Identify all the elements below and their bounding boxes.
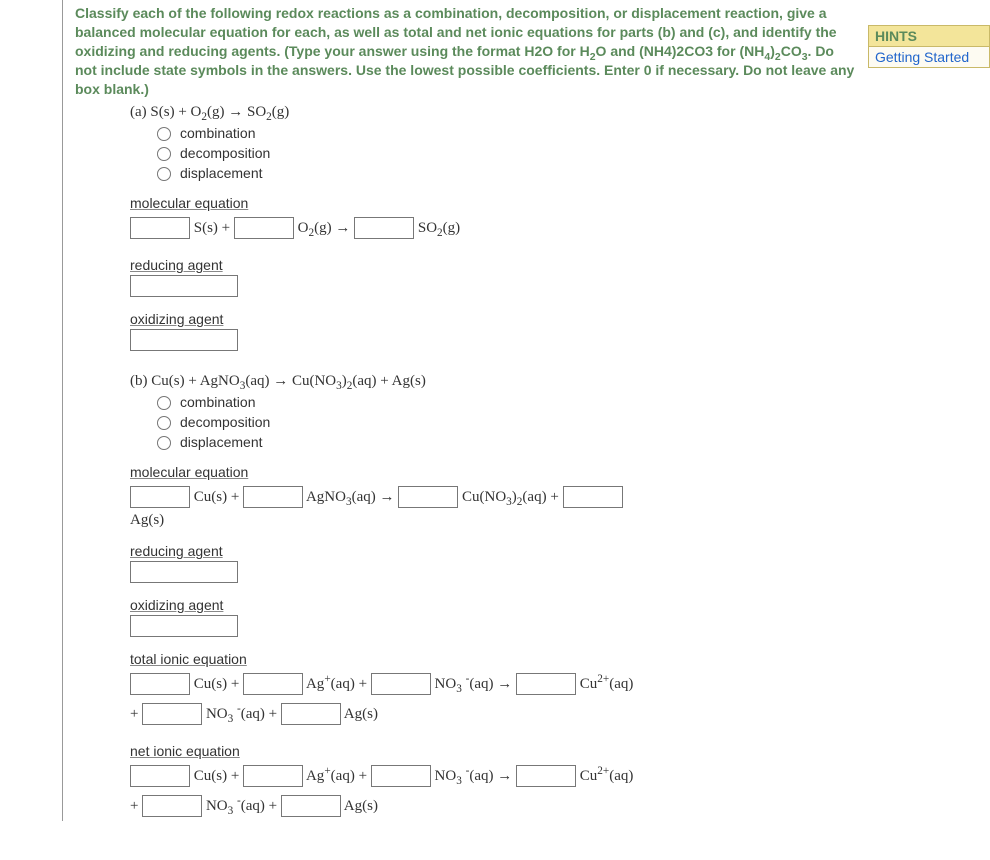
part-b-mol-coef-ag[interactable]: [563, 486, 623, 508]
part-a-radio-decomposition[interactable]: [157, 147, 171, 161]
part-b-molecular-eq-label: molecular equation: [130, 464, 855, 480]
part-b-total-ionic-label: total ionic equation: [130, 651, 855, 667]
part-a-equation: (a) S(s) + O2(g) → SO2(g): [130, 104, 855, 121]
part-a-reducing-agent-input[interactable]: [130, 275, 238, 297]
part-b-ti-coef-no3-l[interactable]: [371, 673, 431, 695]
part-b-ni-coef-no3-r[interactable]: [142, 795, 202, 817]
part-a-coef-o2[interactable]: [234, 217, 294, 239]
part-b-ni-coef-ag-ion[interactable]: [243, 765, 303, 787]
part-b-ni-coef-ag[interactable]: [281, 795, 341, 817]
part-a-oxidizing-agent-input[interactable]: [130, 329, 238, 351]
part-b-radio-combination-row: combination: [152, 393, 855, 410]
part-a-reducing-agent-label: reducing agent: [130, 257, 855, 273]
part-b-ti-coef-no3-r[interactable]: [142, 703, 202, 725]
part-a-radio-displacement-row: displacement: [152, 164, 855, 181]
radio-label-decomposition: decomposition: [180, 145, 270, 161]
part-a-oxidizing-agent-label: oxidizing agent: [130, 311, 855, 327]
part-b-mol-ag-tail: Ag(s): [130, 512, 855, 529]
part-b-mol-coef-cuno3[interactable]: [398, 486, 458, 508]
hints-title: HINTS: [868, 25, 990, 47]
part-b-radio-decomposition[interactable]: [157, 416, 171, 430]
instructions-text: Classify each of the following redox rea…: [75, 4, 855, 98]
part-a-radio-combination[interactable]: [157, 127, 171, 141]
part-b-ni-coef-cu[interactable]: [130, 765, 190, 787]
part-b-reducing-agent-input[interactable]: [130, 561, 238, 583]
part-b-radio-decomposition-row: decomposition: [152, 413, 855, 430]
radio-label-displacement: displacement: [180, 165, 263, 181]
part-b-net-ionic-line2: + NO3 -(aq) + Ag(s): [130, 791, 855, 821]
part-b-reducing-agent-label: reducing agent: [130, 543, 855, 559]
question-content: Classify each of the following redox rea…: [62, 0, 855, 821]
part-b-net-ionic-label: net ionic equation: [130, 743, 855, 759]
part-b-ti-coef-cu[interactable]: [130, 673, 190, 695]
radio-label-combination: combination: [180, 125, 256, 141]
part-b-total-ionic-line2: + NO3 -(aq) + Ag(s): [130, 699, 855, 729]
part-b-molecular-eq: Cu(s) + AgNO3(aq) → Cu(NO3)2(aq) +: [130, 482, 855, 512]
part-b-ti-coef-ag[interactable]: [281, 703, 341, 725]
part-a-molecular-eq: S(s) + O2(g) → SO2(g): [130, 213, 855, 243]
radio-label-decomposition: decomposition: [180, 414, 270, 430]
part-b: (b) Cu(s) + AgNO3(aq) → Cu(NO3)2(aq) + A…: [130, 373, 855, 821]
part-a-radio-displacement[interactable]: [157, 167, 171, 181]
part-b-total-ionic-line1: Cu(s) + Ag+(aq) + NO3 -(aq) → Cu2+(aq): [130, 669, 855, 699]
part-b-ni-coef-cu-ion[interactable]: [516, 765, 576, 787]
part-a-coef-so2[interactable]: [354, 217, 414, 239]
part-b-ti-coef-cu-ion[interactable]: [516, 673, 576, 695]
part-b-oxidizing-agent-input[interactable]: [130, 615, 238, 637]
part-b-ni-coef-no3-l[interactable]: [371, 765, 431, 787]
part-a-molecular-eq-label: molecular equation: [130, 195, 855, 211]
part-b-radio-displacement[interactable]: [157, 436, 171, 450]
hints-getting-started-link[interactable]: Getting Started: [868, 47, 990, 68]
hints-panel: HINTS Getting Started: [868, 25, 990, 68]
part-b-oxidizing-agent-label: oxidizing agent: [130, 597, 855, 613]
part-b-mol-coef-cu[interactable]: [130, 486, 190, 508]
radio-label-displacement: displacement: [180, 434, 263, 450]
part-b-ti-coef-ag-ion[interactable]: [243, 673, 303, 695]
part-b-radio-displacement-row: displacement: [152, 433, 855, 450]
part-a-radio-combination-row: combination: [152, 124, 855, 141]
part-b-radio-combination[interactable]: [157, 396, 171, 410]
part-a: (a) S(s) + O2(g) → SO2(g) combination de…: [130, 104, 855, 351]
part-b-mol-coef-agno3[interactable]: [243, 486, 303, 508]
part-b-equation: (b) Cu(s) + AgNO3(aq) → Cu(NO3)2(aq) + A…: [130, 373, 855, 390]
part-a-coef-s[interactable]: [130, 217, 190, 239]
radio-label-combination: combination: [180, 394, 256, 410]
part-b-net-ionic-line1: Cu(s) + Ag+(aq) + NO3 -(aq) → Cu2+(aq): [130, 761, 855, 791]
part-a-radio-decomposition-row: decomposition: [152, 144, 855, 161]
